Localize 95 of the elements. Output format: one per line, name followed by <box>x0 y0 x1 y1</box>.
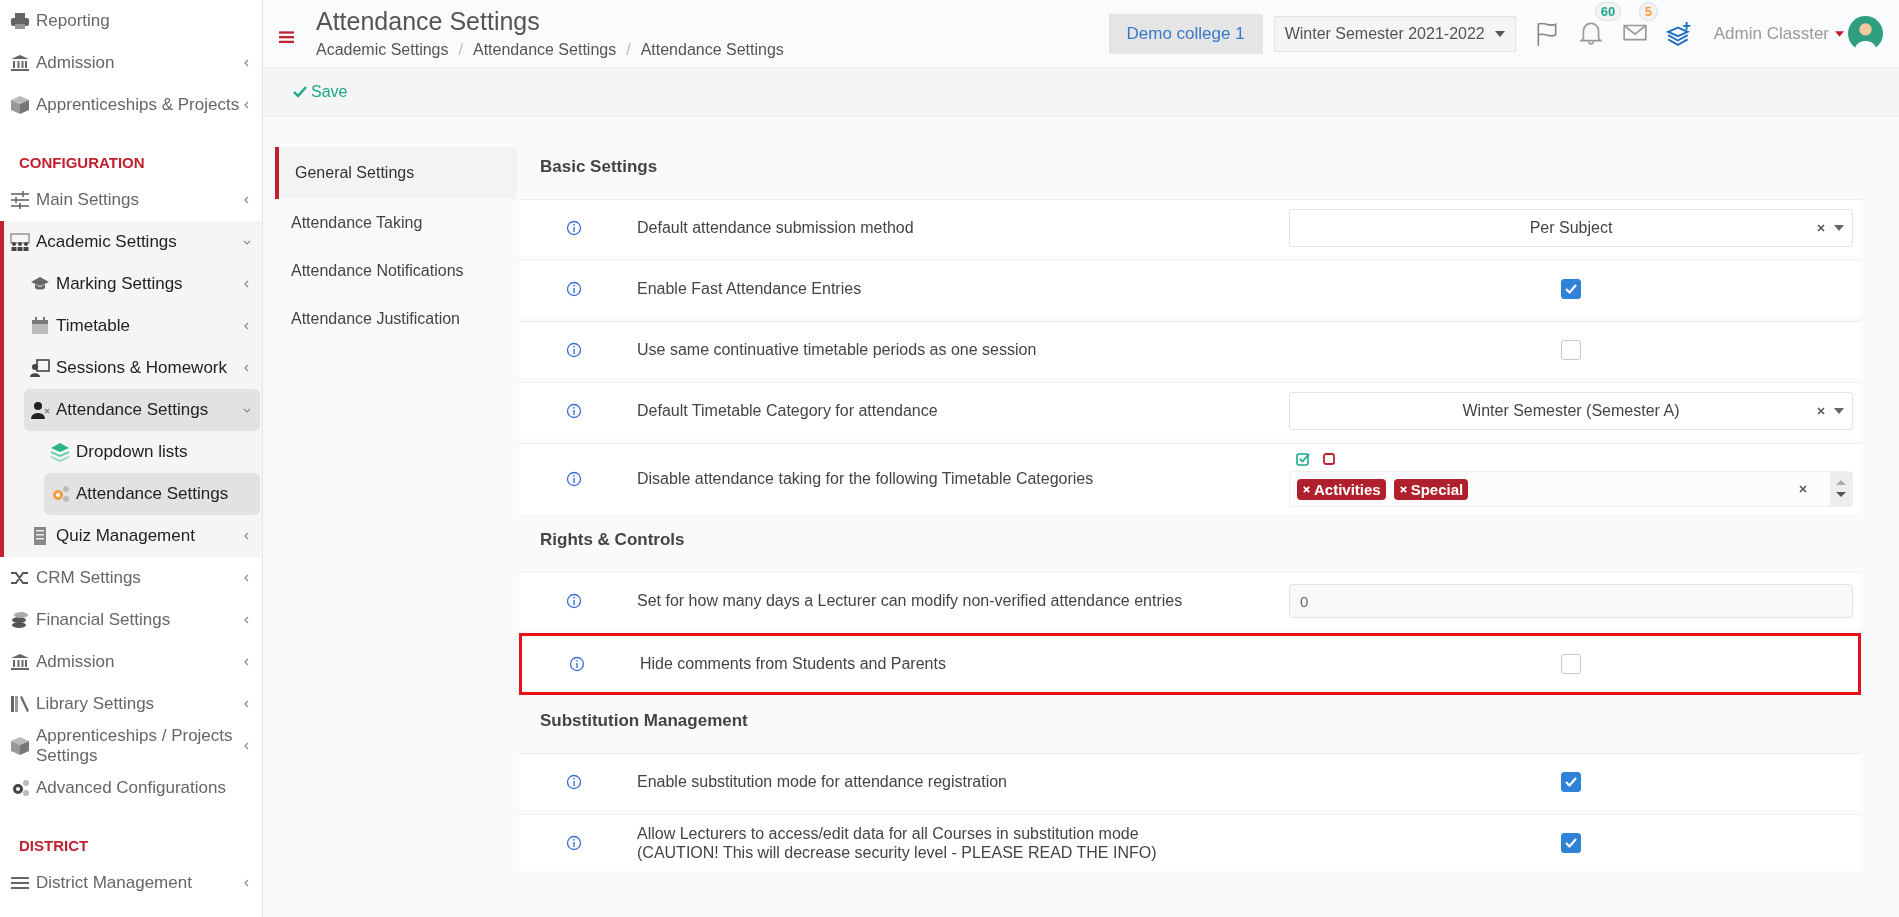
printer-icon <box>10 11 30 31</box>
check-icon <box>1564 776 1578 788</box>
sidebar-item[interactable]: Advanced Configurations <box>0 767 260 809</box>
people-icon <box>10 232 30 252</box>
sidebar-item[interactable]: Library Settings <box>0 683 260 725</box>
breadcrumb-separator: / <box>626 40 631 59</box>
sliders-icon <box>10 190 30 210</box>
clear-icon[interactable] <box>1816 223 1826 233</box>
box-icon <box>10 95 30 115</box>
caret-icon <box>1834 408 1844 414</box>
coins-icon <box>10 610 30 630</box>
info-icon[interactable] <box>566 403 582 419</box>
caret-icon <box>1835 30 1844 37</box>
checkbox[interactable] <box>1561 279 1581 299</box>
bank-icon <box>10 53 30 73</box>
breadcrumb-link[interactable]: Academic Settings <box>316 40 449 59</box>
tag-chip[interactable]: Special <box>1393 478 1469 500</box>
remove-icon[interactable] <box>1398 484 1408 494</box>
setting-label: Default attendance submission method <box>637 218 915 238</box>
setting-label: Enable Fast Attendance Entries <box>637 279 863 299</box>
setting-label: Default Timetable Category for attendance <box>637 401 939 421</box>
board-icon <box>30 358 50 378</box>
notification-badge: 60 <box>1594 1 1622 21</box>
breadcrumb-link[interactable]: Attendance Settings <box>640 40 784 59</box>
layers-plus-icon[interactable] <box>1665 20 1692 47</box>
checkbox[interactable] <box>1561 772 1581 792</box>
books-icon <box>10 694 30 714</box>
select-field[interactable]: Per Subject <box>1289 209 1853 247</box>
deselect-all-icon[interactable] <box>1321 451 1337 467</box>
checkbox[interactable] <box>1561 654 1581 674</box>
settings-tab[interactable]: General Settings <box>275 147 517 199</box>
user-icon <box>30 400 50 420</box>
caret-icon <box>1834 225 1844 231</box>
section-title: Rights & Controls <box>539 529 686 551</box>
sidebar-heading: DISTRICT <box>18 836 90 856</box>
gears-icon <box>10 778 30 798</box>
sidebar-item[interactable]: District Management <box>0 862 260 904</box>
calendar-icon <box>30 316 50 336</box>
info-icon[interactable] <box>566 835 582 851</box>
checkbox[interactable] <box>1561 833 1581 853</box>
breadcrumb-separator: / <box>458 40 463 59</box>
info-icon[interactable] <box>566 593 582 609</box>
bank-icon <box>10 652 30 672</box>
check-icon <box>1564 837 1578 849</box>
number-input[interactable]: 0 <box>1289 584 1853 618</box>
info-icon[interactable] <box>569 656 585 672</box>
sidebar-item[interactable]: Attendance Settings <box>44 473 260 515</box>
menu-icon[interactable] <box>279 29 294 44</box>
info-icon[interactable] <box>566 774 582 790</box>
remove-icon[interactable] <box>1302 484 1311 494</box>
clear-icon[interactable] <box>1798 484 1808 494</box>
setting-label: Use same continuative timetable periods as one session <box>637 340 1038 360</box>
sidebar-item[interactable]: CRM Settings <box>0 557 260 599</box>
scroll-arrows-icon[interactable] <box>1830 472 1852 506</box>
info-icon[interactable] <box>566 281 582 297</box>
breadcrumb-link[interactable]: Attendance Settings <box>472 40 617 59</box>
select-all-icon[interactable] <box>1295 451 1311 467</box>
tag-chip[interactable]: Activities <box>1297 478 1386 500</box>
setting-label: Set for how many days a Lecturer can modify non-verified attendance entries <box>637 591 1184 611</box>
sidebar-item[interactable]: Admission <box>0 42 260 84</box>
sidebar-item[interactable]: Attendance Settings <box>24 389 260 431</box>
sidebar-item[interactable]: Financial Settings <box>0 599 260 641</box>
section-title: Basic Settings <box>539 156 659 178</box>
sidebar-item[interactable]: Reporting <box>0 0 260 42</box>
setting-label: Enable substitution mode for attendance registration <box>637 772 1008 792</box>
sidebar-item[interactable]: Apprenticeships / Projects Settings <box>0 725 260 767</box>
college-button[interactable]: Demo college 1 <box>1108 13 1263 54</box>
info-icon[interactable] <box>566 220 582 236</box>
semester-dropdown[interactable]: Winter Semester 2021-2022 <box>1273 15 1516 52</box>
avatar-icon[interactable] <box>1848 16 1883 51</box>
setting-label: Allow Lecturers to access/edit data for all Courses in substitution mode (CAUTION! This will decrease security level - PLEASE READ THE INFO) <box>637 823 1158 863</box>
sidebar-item[interactable]: Main Settings <box>0 179 260 221</box>
settings-tab[interactable]: Attendance Notifications <box>275 247 517 295</box>
sidebar-heading: CONFIGURATION <box>18 153 146 173</box>
checkbox[interactable] <box>1561 340 1581 360</box>
sidebar-item[interactable]: Apprenticeships & Projects <box>0 84 260 126</box>
page-title: Attendance Settings <box>316 8 541 36</box>
layers-icon <box>50 442 70 462</box>
clear-icon[interactable] <box>1816 406 1826 416</box>
settings-tab[interactable]: Attendance Justification <box>275 295 517 343</box>
setting-label: Disable attendance taking for the following Timetable Categories <box>637 469 1095 489</box>
caret-icon <box>1494 30 1505 37</box>
check-icon <box>1564 283 1578 295</box>
select-field[interactable]: Winter Semester (Semester A) <box>1289 392 1853 430</box>
sidebar-item[interactable]: Admission <box>0 641 260 683</box>
setting-label: Hide comments from Students and Parents <box>640 654 947 674</box>
section-title: Substitution Management <box>539 710 749 732</box>
settings-tab[interactable]: Attendance Taking <box>275 199 517 247</box>
info-icon[interactable] <box>566 342 582 358</box>
checkmark-icon <box>293 86 307 98</box>
multi-select-field[interactable]: Activities Special <box>1289 471 1853 507</box>
box-icon <box>10 736 30 756</box>
gears-icon <box>50 484 70 504</box>
message-badge: 5 <box>1638 1 1658 21</box>
info-icon[interactable] <box>566 471 582 487</box>
